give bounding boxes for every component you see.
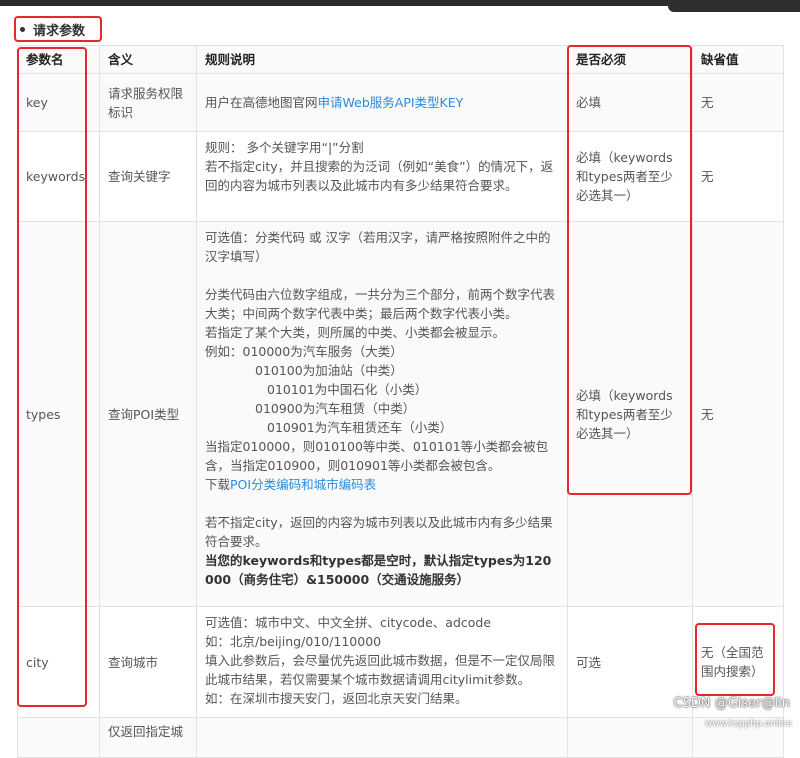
param-meaning: 查询城市 [99, 606, 197, 718]
rule-line: 例如：010000为汽车服务（大类） [205, 344, 403, 359]
rule-text: 下载 [205, 477, 231, 492]
rule-line: 010901为汽车租赁还车（小类） [267, 420, 453, 435]
param-meaning: 仅返回指定城 [99, 717, 197, 758]
param-required: 必填（keywords和types两者至少必选其一） [567, 221, 693, 607]
param-meaning: 请求服务权限标识 [99, 73, 197, 132]
param-required: 必填 [567, 73, 693, 132]
param-default: 无 [692, 131, 784, 222]
table-row: types 查询POI类型 可选值：分类代码 或 汉字（若用汉字，请严格按照附件… [17, 221, 784, 607]
header-meaning: 含义 [99, 45, 197, 74]
rule-line: 010900为汽车租赁（中类） [255, 401, 416, 416]
rule-line: 可选值：分类代码 或 汉字（若用汉字，请严格按照附件之中的汉字填写） [205, 230, 551, 264]
table-row: key 请求服务权限标识 用户在高德地图官网申请Web服务API类型KEY 必填… [17, 73, 784, 132]
rule-line: 010100为加油站（中类） [255, 363, 403, 378]
rule-line: 若不指定city，返回的内容为城市列表以及此城市内有多少结果符合要求。 [205, 515, 553, 549]
rule-text: 用户在高德地图官网 [205, 95, 318, 110]
table-row: keywords 查询关键字 规则： 多个关键字用“|”分割 若不指定city，… [17, 131, 784, 222]
rule-line: 若不指定city，并且搜索的为泛词（例如“美食”）的情况下，返回的内容为城市列表… [205, 159, 554, 193]
param-default: 无 [692, 73, 784, 132]
params-table: 参数名 含义 规则说明 是否必须 缺省值 key 请求服务权限标识 用户在高德地… [17, 45, 784, 758]
param-name: types [17, 221, 100, 607]
top-right-overlay [668, 0, 800, 12]
param-default: 无 [692, 221, 784, 607]
rule-spacer [205, 266, 559, 285]
param-rule: 用户在高德地图官网申请Web服务API类型KEY [196, 73, 568, 132]
bullet-icon [20, 26, 25, 32]
rule-line: 规则： 多个关键字用“|”分割 [205, 140, 364, 155]
param-meaning: 查询关键字 [99, 131, 197, 222]
param-meaning: 查询POI类型 [99, 221, 197, 607]
table-row: 仅返回指定城 [17, 717, 784, 758]
rule-line: 若指定了某个大类，则所属的中类、小类都会被显示。 [205, 325, 506, 340]
section-title: 请求参数 [16, 18, 91, 40]
table-row: city 查询城市 可选值：城市中文、中文全拼、citycode、adcode … [17, 606, 784, 718]
watermark: CSDN @Giser@lin [673, 696, 790, 711]
section-title-text: 请求参数 [33, 23, 86, 39]
header-rule: 规则说明 [196, 45, 568, 74]
header-param-name: 参数名 [17, 45, 100, 74]
rule-line: 可选值：城市中文、中文全拼、citycode、adcode [205, 615, 492, 630]
apply-key-link[interactable]: 申请Web服务API类型KEY [318, 95, 464, 110]
param-required: 必填（keywords和types两者至少必选其一） [567, 131, 693, 222]
param-name: key [17, 73, 100, 132]
param-name: city [17, 606, 100, 718]
rule-line: 010101为中国石化（小类） [267, 382, 428, 397]
watermark-sub: www.kspphp.online [704, 719, 792, 729]
rule-line: 如：在深圳市搜天安门，返回北京天安门结果。 [205, 691, 468, 706]
rule-line: 如：北京/beijing/010/110000 [205, 634, 382, 649]
rule-bold-note: 当您的keywords和types都是空时，默认指定types为120000（商… [205, 553, 552, 587]
rule-download: 下载POI分类编码和城市编码表 [205, 475, 559, 494]
rule-line: 当指定010000，则010100等中类、010101等小类都会被包含，当指定0… [205, 439, 549, 473]
header-required: 是否必须 [567, 45, 693, 74]
rule-line: 分类代码由六位数字组成，一共分为三个部分，前两个数字代表大类；中间两个数字代表中… [205, 287, 556, 321]
param-rule: 规则： 多个关键字用“|”分割 若不指定city，并且搜索的为泛词（例如“美食”… [196, 131, 568, 222]
param-rule [196, 717, 568, 758]
param-name [17, 717, 100, 758]
rule-spacer [205, 494, 559, 513]
param-rule: 可选值：分类代码 或 汉字（若用汉字，请严格按照附件之中的汉字填写） 分类代码由… [196, 221, 568, 607]
header-default: 缺省值 [692, 45, 784, 74]
param-name: keywords [17, 131, 100, 222]
param-required [567, 717, 693, 758]
rule-line: 填入此参数后，会尽量优先返回此城市数据，但是不一定仅局限此城市结果，若仅需要某个… [205, 653, 556, 687]
param-rule: 可选值：城市中文、中文全拼、citycode、adcode 如：北京/beiji… [196, 606, 568, 718]
table-header-row: 参数名 含义 规则说明 是否必须 缺省值 [17, 45, 784, 74]
poi-code-download-link[interactable]: POI分类编码和城市编码表 [230, 477, 376, 492]
